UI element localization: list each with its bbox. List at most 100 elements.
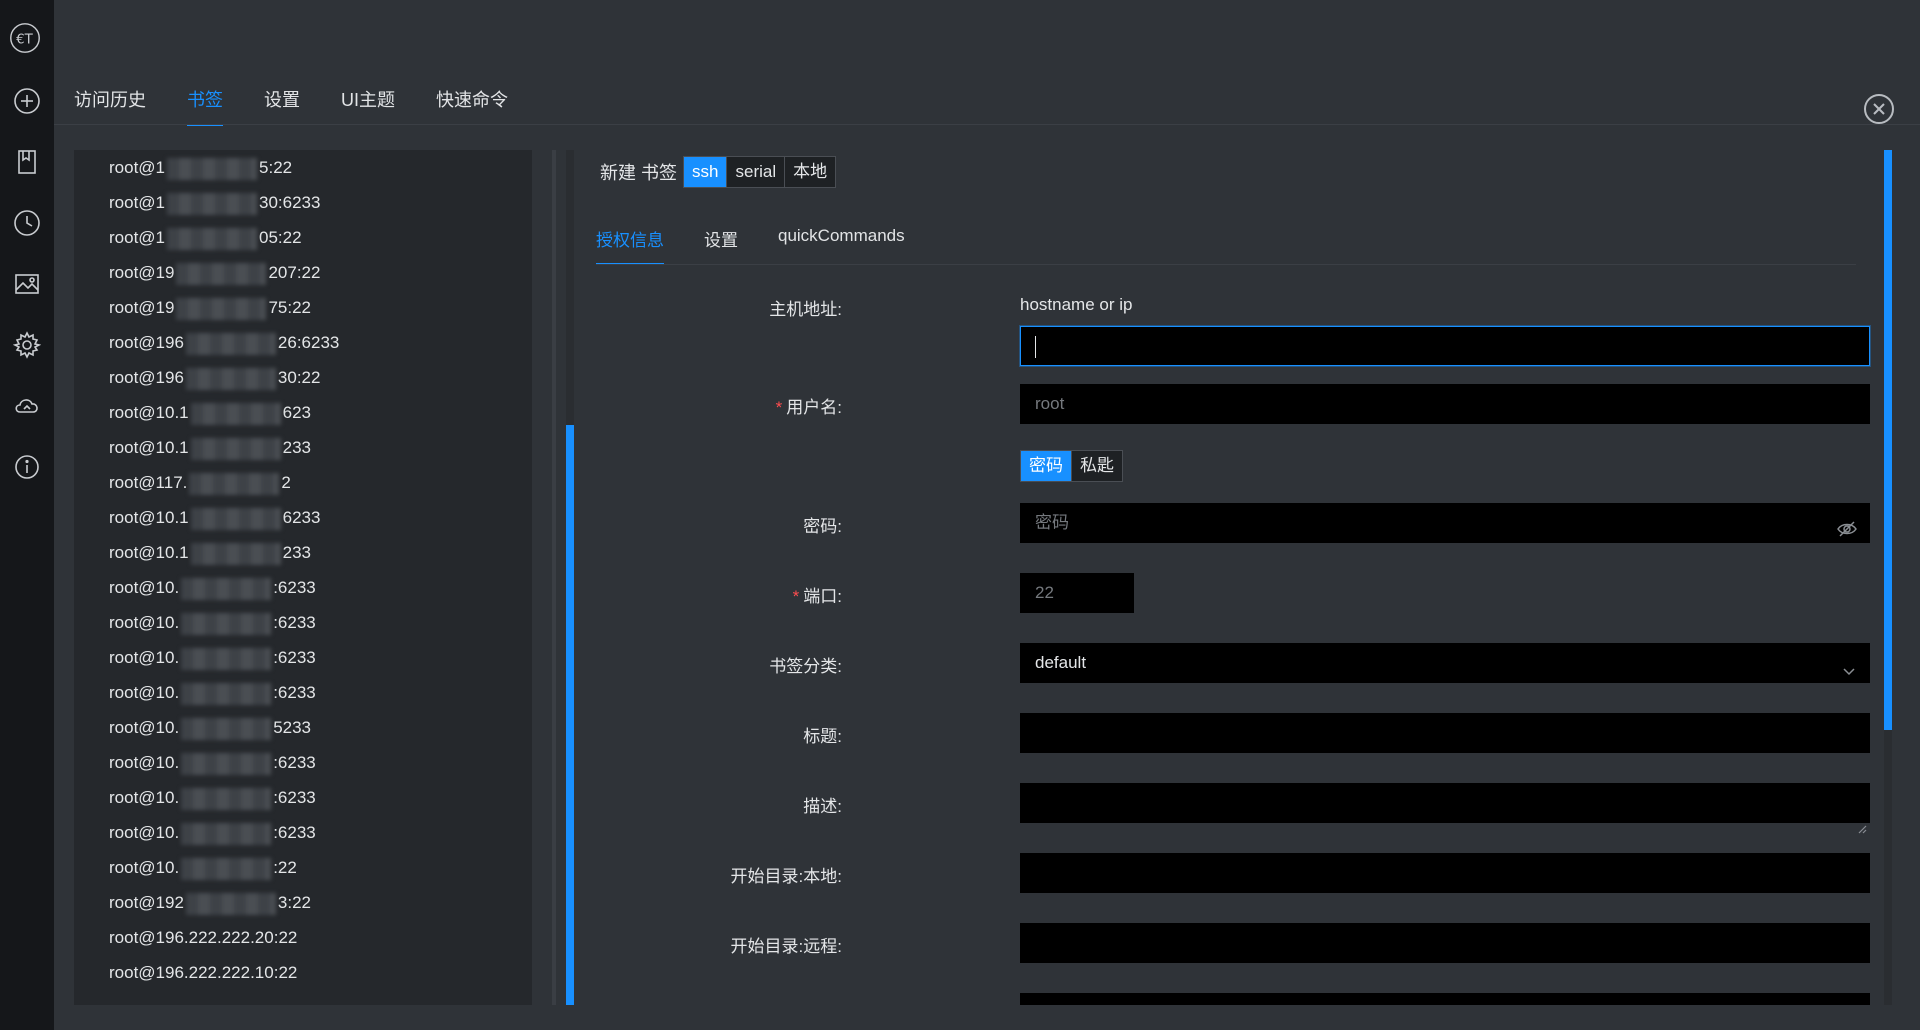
bookmark-host-prefix: root@196.222.222.20:22 xyxy=(109,928,298,947)
form-scrollbar-thumb[interactable] xyxy=(1884,150,1892,730)
tab-quick-commands[interactable]: 快速命令 xyxy=(436,80,528,126)
redacted-block xyxy=(190,437,281,460)
bookmark-host-prefix: root@196.222.222.10:22 xyxy=(109,963,298,982)
bookmark-host-suffix: :6233 xyxy=(273,753,316,772)
gear-icon[interactable] xyxy=(11,329,43,361)
bookmark-item[interactable]: root@10.1 6233 xyxy=(74,500,532,535)
tab-history[interactable]: 访问历史 xyxy=(74,80,166,126)
panel-splitter[interactable] xyxy=(566,150,574,1005)
category-select[interactable]: default xyxy=(1020,643,1870,683)
bookmark-type-selector: ssh serial 本地 xyxy=(683,156,837,188)
bookmark-item[interactable]: root@1 30:6233 xyxy=(74,185,532,220)
type-serial[interactable]: serial xyxy=(727,157,786,187)
bookmark-item[interactable]: root@10. 5233 xyxy=(74,710,532,745)
redacted-block xyxy=(181,612,272,635)
next-field-input[interactable] xyxy=(1020,993,1870,1005)
title-input[interactable] xyxy=(1020,713,1870,753)
description-textarea[interactable] xyxy=(1020,783,1870,834)
username-label: * 用户名: xyxy=(775,398,842,417)
port-input[interactable]: 22 xyxy=(1020,573,1134,613)
bookmark-item[interactable]: root@196.222.222.20:22 xyxy=(74,920,532,955)
bookmark-icon[interactable] xyxy=(11,146,43,178)
remote-dir-input[interactable] xyxy=(1020,923,1870,963)
image-icon[interactable] xyxy=(11,268,43,300)
bookmark-item[interactable]: root@10.:6233 xyxy=(74,605,532,640)
bookmark-item[interactable]: root@19 207:22 xyxy=(74,255,532,290)
bookmark-item[interactable]: root@10.:6233 xyxy=(74,675,532,710)
bookmark-item[interactable]: root@196 30:22 xyxy=(74,360,532,395)
tab-bookmarks[interactable]: 书签 xyxy=(187,80,243,126)
tab-divider xyxy=(54,124,1920,125)
required-mark: * xyxy=(775,398,783,417)
local-dir-input[interactable] xyxy=(1020,853,1870,893)
splitter-scroll-thumb[interactable] xyxy=(566,425,574,1005)
type-ssh[interactable]: ssh xyxy=(684,157,728,187)
bookmark-item[interactable]: root@10.:6233 xyxy=(74,780,532,815)
history-icon[interactable] xyxy=(11,207,43,239)
info-icon[interactable] xyxy=(11,451,43,483)
bookmark-host-suffix: 207:22 xyxy=(268,263,321,282)
bookmark-item[interactable]: root@117. 2 xyxy=(74,465,532,500)
auth-password[interactable]: 密码 xyxy=(1021,451,1072,481)
bookmark-host-prefix: root@10.1 xyxy=(109,543,189,562)
bookmark-form: 新建 书签 ssh serial 本地 授权信息 设置 quickCommand… xyxy=(586,150,1886,1005)
tab-settings[interactable]: 设置 xyxy=(264,80,320,126)
bookmark-host-prefix: root@10.1 xyxy=(109,508,189,527)
bookmark-item[interactable]: root@10.1 233 xyxy=(74,535,532,570)
bookmark-item[interactable]: root@10.:6233 xyxy=(74,815,532,850)
password-input[interactable]: 密码 xyxy=(1020,503,1870,543)
resize-handle-icon[interactable] xyxy=(1857,810,1867,834)
logo-icon[interactable]: €T xyxy=(9,22,41,54)
close-button[interactable] xyxy=(1864,94,1894,124)
category-label: 书签分类: xyxy=(769,657,842,676)
type-local[interactable]: 本地 xyxy=(785,157,836,187)
bookmark-item[interactable]: root@1 5:22 xyxy=(74,150,532,185)
redacted-block xyxy=(190,507,281,530)
tab-form-settings[interactable]: 设置 xyxy=(704,222,738,265)
bookmark-host-prefix: root@10. xyxy=(109,858,180,877)
host-hint: hostname or ip xyxy=(1020,295,1133,314)
redacted-block xyxy=(181,682,272,705)
bookmark-host-suffix: 3:22 xyxy=(277,893,312,912)
bookmark-host-prefix: root@10.1 xyxy=(109,403,189,422)
bookmark-item[interactable]: root@10.1 623 xyxy=(74,395,532,430)
redacted-block xyxy=(181,752,272,775)
eye-off-icon[interactable] xyxy=(1837,514,1857,537)
password-placeholder: 密码 xyxy=(1035,513,1069,532)
bookmark-item[interactable]: root@10.1 233 xyxy=(74,430,532,465)
port-label: * 端口: xyxy=(792,587,842,606)
cloud-sync-icon[interactable] xyxy=(11,390,43,422)
text-caret xyxy=(1035,335,1036,358)
tab-form-quick-commands[interactable]: quickCommands xyxy=(778,222,905,265)
bookmark-item[interactable]: root@192 3:22 xyxy=(74,885,532,920)
form-sub-tabs: 授权信息 设置 quickCommands xyxy=(596,222,945,265)
sub-tab-divider xyxy=(596,264,1856,265)
redacted-block xyxy=(185,367,276,390)
top-tab-bar: 访问历史 书签 设置 UI主题 快速命令 xyxy=(74,80,549,126)
redacted-block xyxy=(167,227,258,250)
bookmark-host-suffix: 233 xyxy=(282,438,312,457)
bookmark-list-scrollbar[interactable] xyxy=(552,150,556,1005)
redacted-block xyxy=(190,542,281,565)
auth-private-key[interactable]: 私匙 xyxy=(1072,451,1122,481)
bookmark-item[interactable]: root@10.:6233 xyxy=(74,745,532,780)
bookmark-host-prefix: root@10. xyxy=(109,683,180,702)
host-input[interactable] xyxy=(1020,326,1870,366)
bookmark-item[interactable]: root@10.:6233 xyxy=(74,570,532,605)
bookmark-host-suffix: :6233 xyxy=(273,788,316,807)
bookmark-item[interactable]: root@1 05:22 xyxy=(74,220,532,255)
bookmark-host-suffix: 26:6233 xyxy=(277,333,340,352)
tab-ui-theme[interactable]: UI主题 xyxy=(341,80,415,126)
local-dir-label: 开始目录:本地: xyxy=(730,867,842,886)
add-icon[interactable] xyxy=(11,85,43,117)
bookmark-host-suffix: 30:6233 xyxy=(259,193,321,212)
bookmark-item[interactable]: root@10.:6233 xyxy=(74,640,532,675)
username-input[interactable]: root xyxy=(1020,384,1870,424)
bookmark-item[interactable]: root@19 75:22 xyxy=(74,290,532,325)
bookmark-item[interactable]: root@10.:22 xyxy=(74,850,532,885)
tab-auth-info[interactable]: 授权信息 xyxy=(596,222,664,265)
bookmark-item[interactable]: root@196 26:6233 xyxy=(74,325,532,360)
bookmark-item[interactable]: root@196.222.222.10:22 xyxy=(74,955,532,990)
bookmark-host-prefix: root@10. xyxy=(109,823,180,842)
bookmark-host-prefix: root@19 xyxy=(109,298,175,317)
